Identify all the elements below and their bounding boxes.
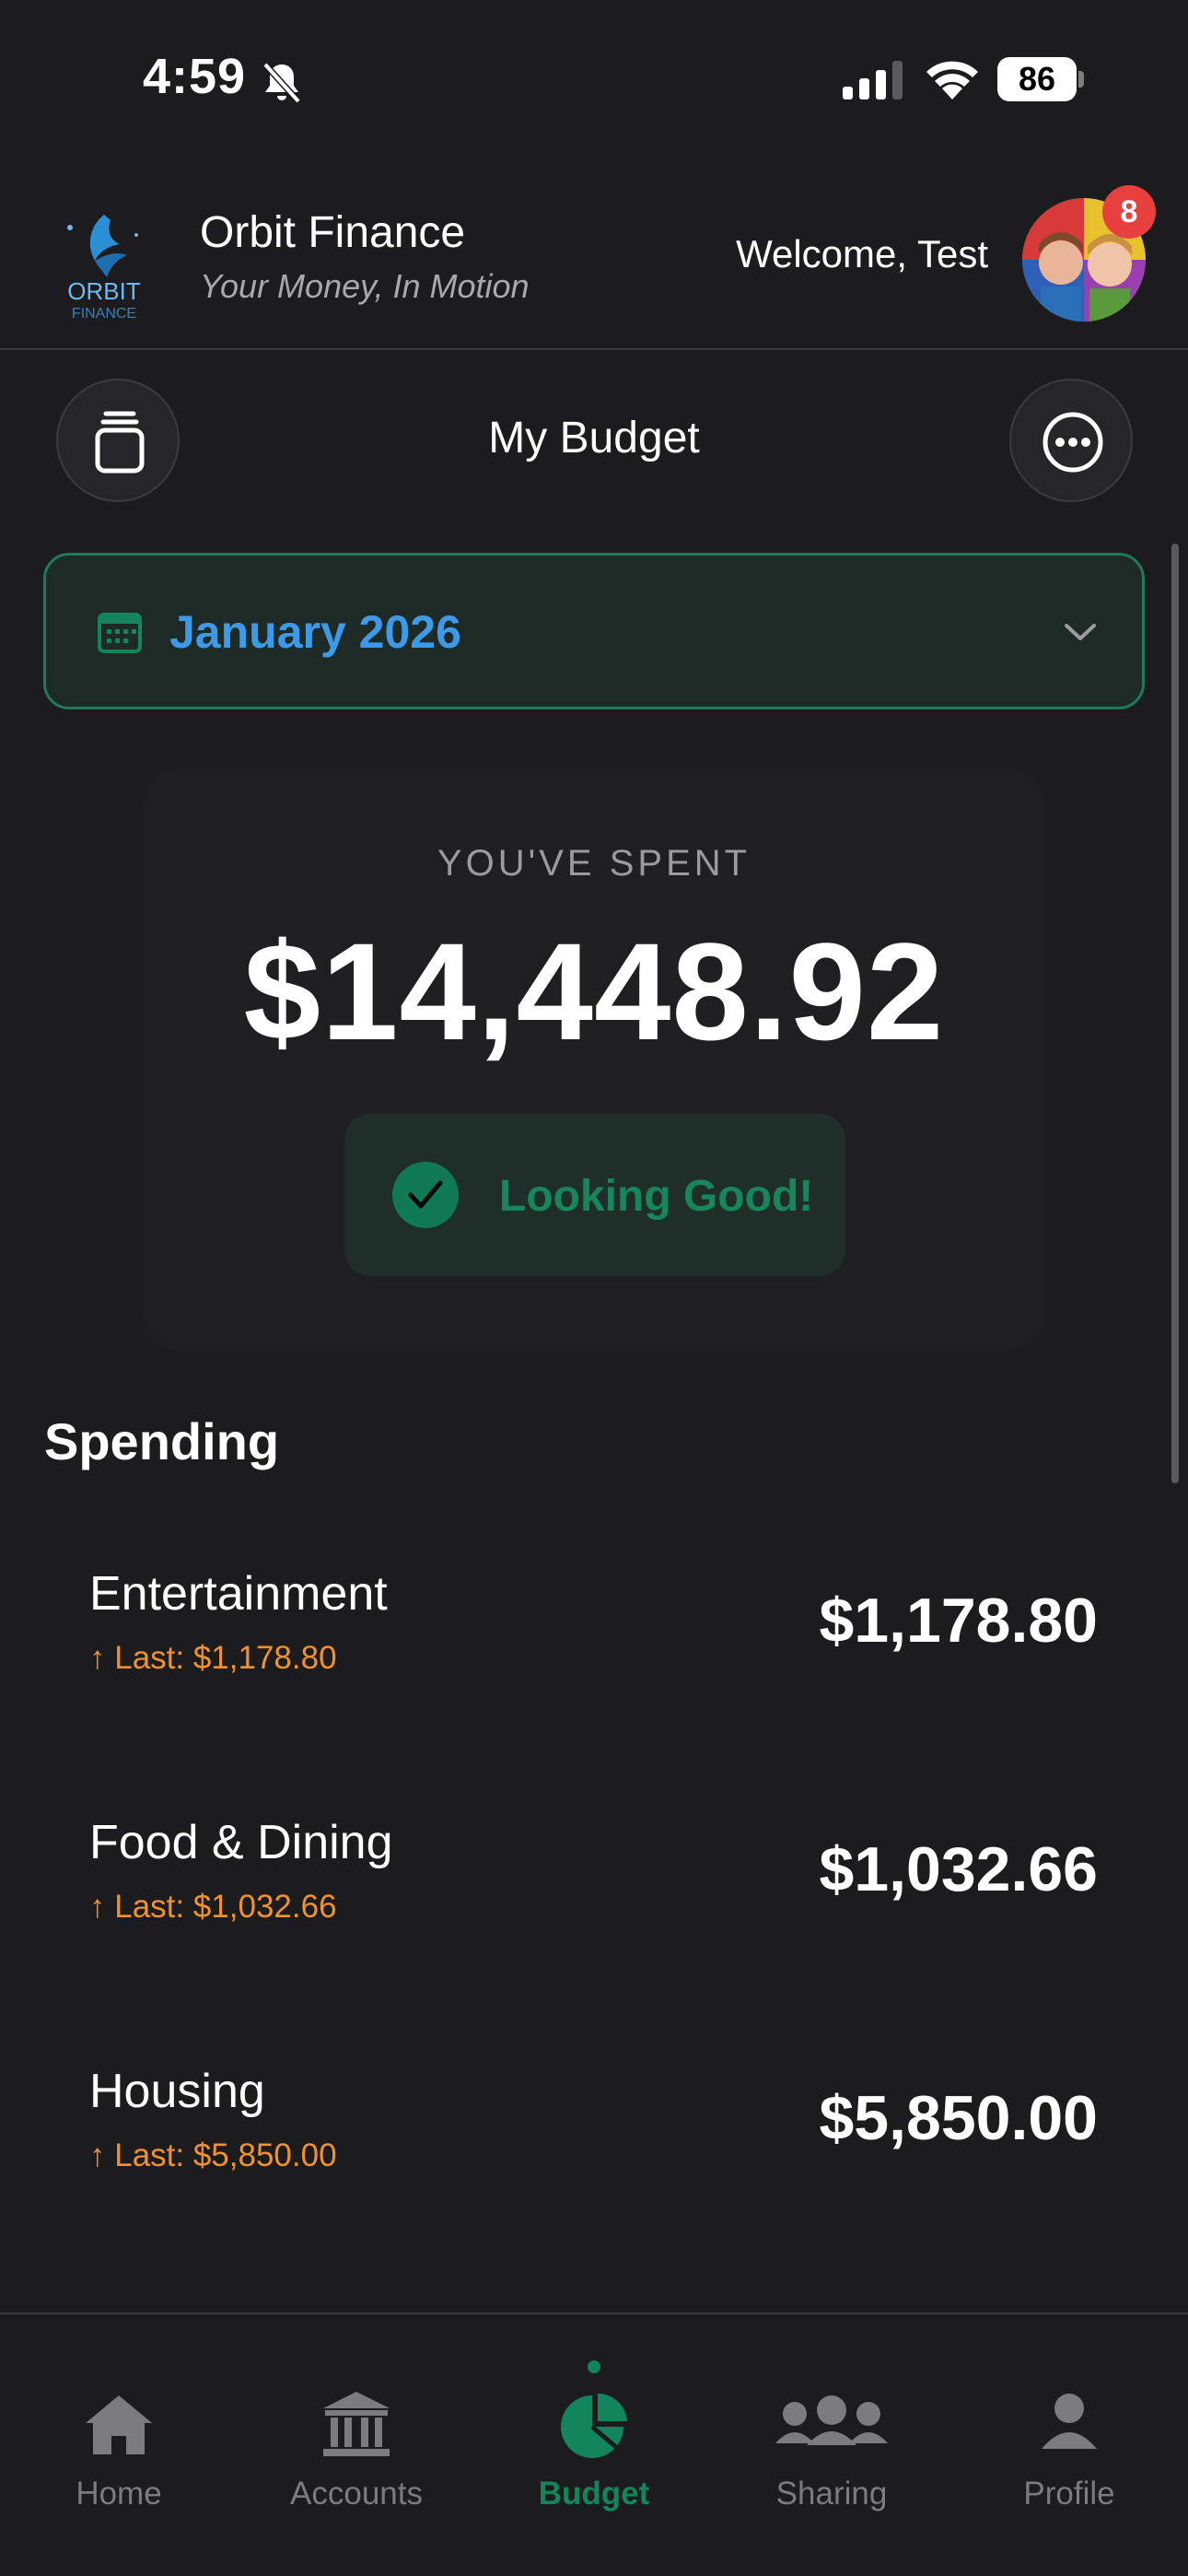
welcome-message: Welcome, Test	[736, 232, 988, 275]
tab-bar: Home Accounts Budget Sharing Profile	[0, 2313, 1188, 2576]
spending-section-title: Spending	[44, 1412, 280, 1470]
spent-label: YOU'VE SPENT	[437, 843, 751, 884]
wifi-icon	[926, 61, 978, 100]
tab-profile[interactable]: Profile	[950, 2314, 1188, 2576]
more-options-button[interactable]	[1009, 379, 1133, 502]
notification-badge: 8	[1102, 185, 1156, 239]
status-bar: 4:59 86	[0, 0, 1188, 161]
spending-item-food-dining[interactable]: Food & Dining ↑ Last: $1,032.66 $1,032.6…	[0, 1815, 1188, 1999]
tab-sharing[interactable]: Sharing	[713, 2314, 950, 2576]
category-last-amount: ↑ Last: $1,178.80	[89, 1640, 337, 1676]
tab-label: Sharing	[775, 2476, 888, 2512]
budget-status-badge: Looking Good!	[344, 1114, 845, 1276]
people-icon	[775, 2395, 888, 2445]
checkmark-icon	[392, 1162, 459, 1228]
tab-label: Accounts	[290, 2476, 423, 2512]
home-icon	[86, 2395, 152, 2454]
category-amount: $5,850.00	[819, 2083, 1098, 2153]
budget-status-text: Looking Good!	[499, 1172, 814, 1221]
tab-accounts[interactable]: Accounts	[238, 2314, 475, 2576]
month-selector[interactable]: January 2026	[43, 553, 1145, 709]
svg-text:ORBIT: ORBIT	[67, 277, 141, 305]
category-name: Entertainment	[89, 1567, 388, 1621]
spent-amount: $14,448.92	[243, 914, 945, 1069]
chevron-down-icon	[1065, 624, 1096, 640]
bell-muted-icon	[262, 62, 301, 104]
svg-text:FINANCE: FINANCE	[72, 306, 136, 318]
category-last-amount: ↑ Last: $1,032.66	[89, 1889, 337, 1925]
tab-label: Home	[76, 2476, 162, 2512]
pie-chart-icon	[561, 2394, 627, 2458]
orbit-finance-logo[interactable]: ORBIT FINANCE	[53, 207, 155, 318]
calendar-icon	[98, 613, 142, 653]
category-amount: $1,178.80	[819, 1586, 1098, 1656]
spending-item-entertainment[interactable]: Entertainment ↑ Last: $1,178.80 $1,178.8…	[0, 1566, 1188, 1751]
more-icon	[1042, 412, 1103, 473]
battery-level: 86	[1018, 60, 1056, 98]
selected-month: January 2026	[169, 606, 461, 658]
tab-label: Profile	[1023, 2476, 1115, 2512]
bank-icon	[323, 2392, 390, 2456]
cellular-signal-icon	[843, 61, 903, 100]
app-tagline: Your Money, In Motion	[200, 267, 530, 305]
scrollbar[interactable]	[1171, 544, 1179, 1483]
tab-home[interactable]: Home	[0, 2314, 238, 2576]
app-header: ORBIT FINANCE Orbit Finance Your Money, …	[0, 180, 1188, 350]
status-time: 4:59	[143, 49, 247, 104]
person-icon	[1042, 2394, 1097, 2449]
battery-indicator: 86	[997, 57, 1086, 101]
category-last-amount: ↑ Last: $5,850.00	[89, 2137, 337, 2173]
category-name: Housing	[89, 2065, 265, 2118]
app-name: Orbit Finance	[200, 208, 466, 257]
spending-item-housing[interactable]: Housing ↑ Last: $5,850.00 $5,850.00	[0, 2064, 1188, 2248]
category-name: Food & Dining	[89, 1816, 393, 1869]
active-tab-indicator	[588, 2360, 600, 2373]
category-amount: $1,032.66	[819, 1834, 1098, 1904]
tab-label: Budget	[538, 2476, 650, 2512]
tab-budget[interactable]: Budget	[475, 2314, 713, 2576]
